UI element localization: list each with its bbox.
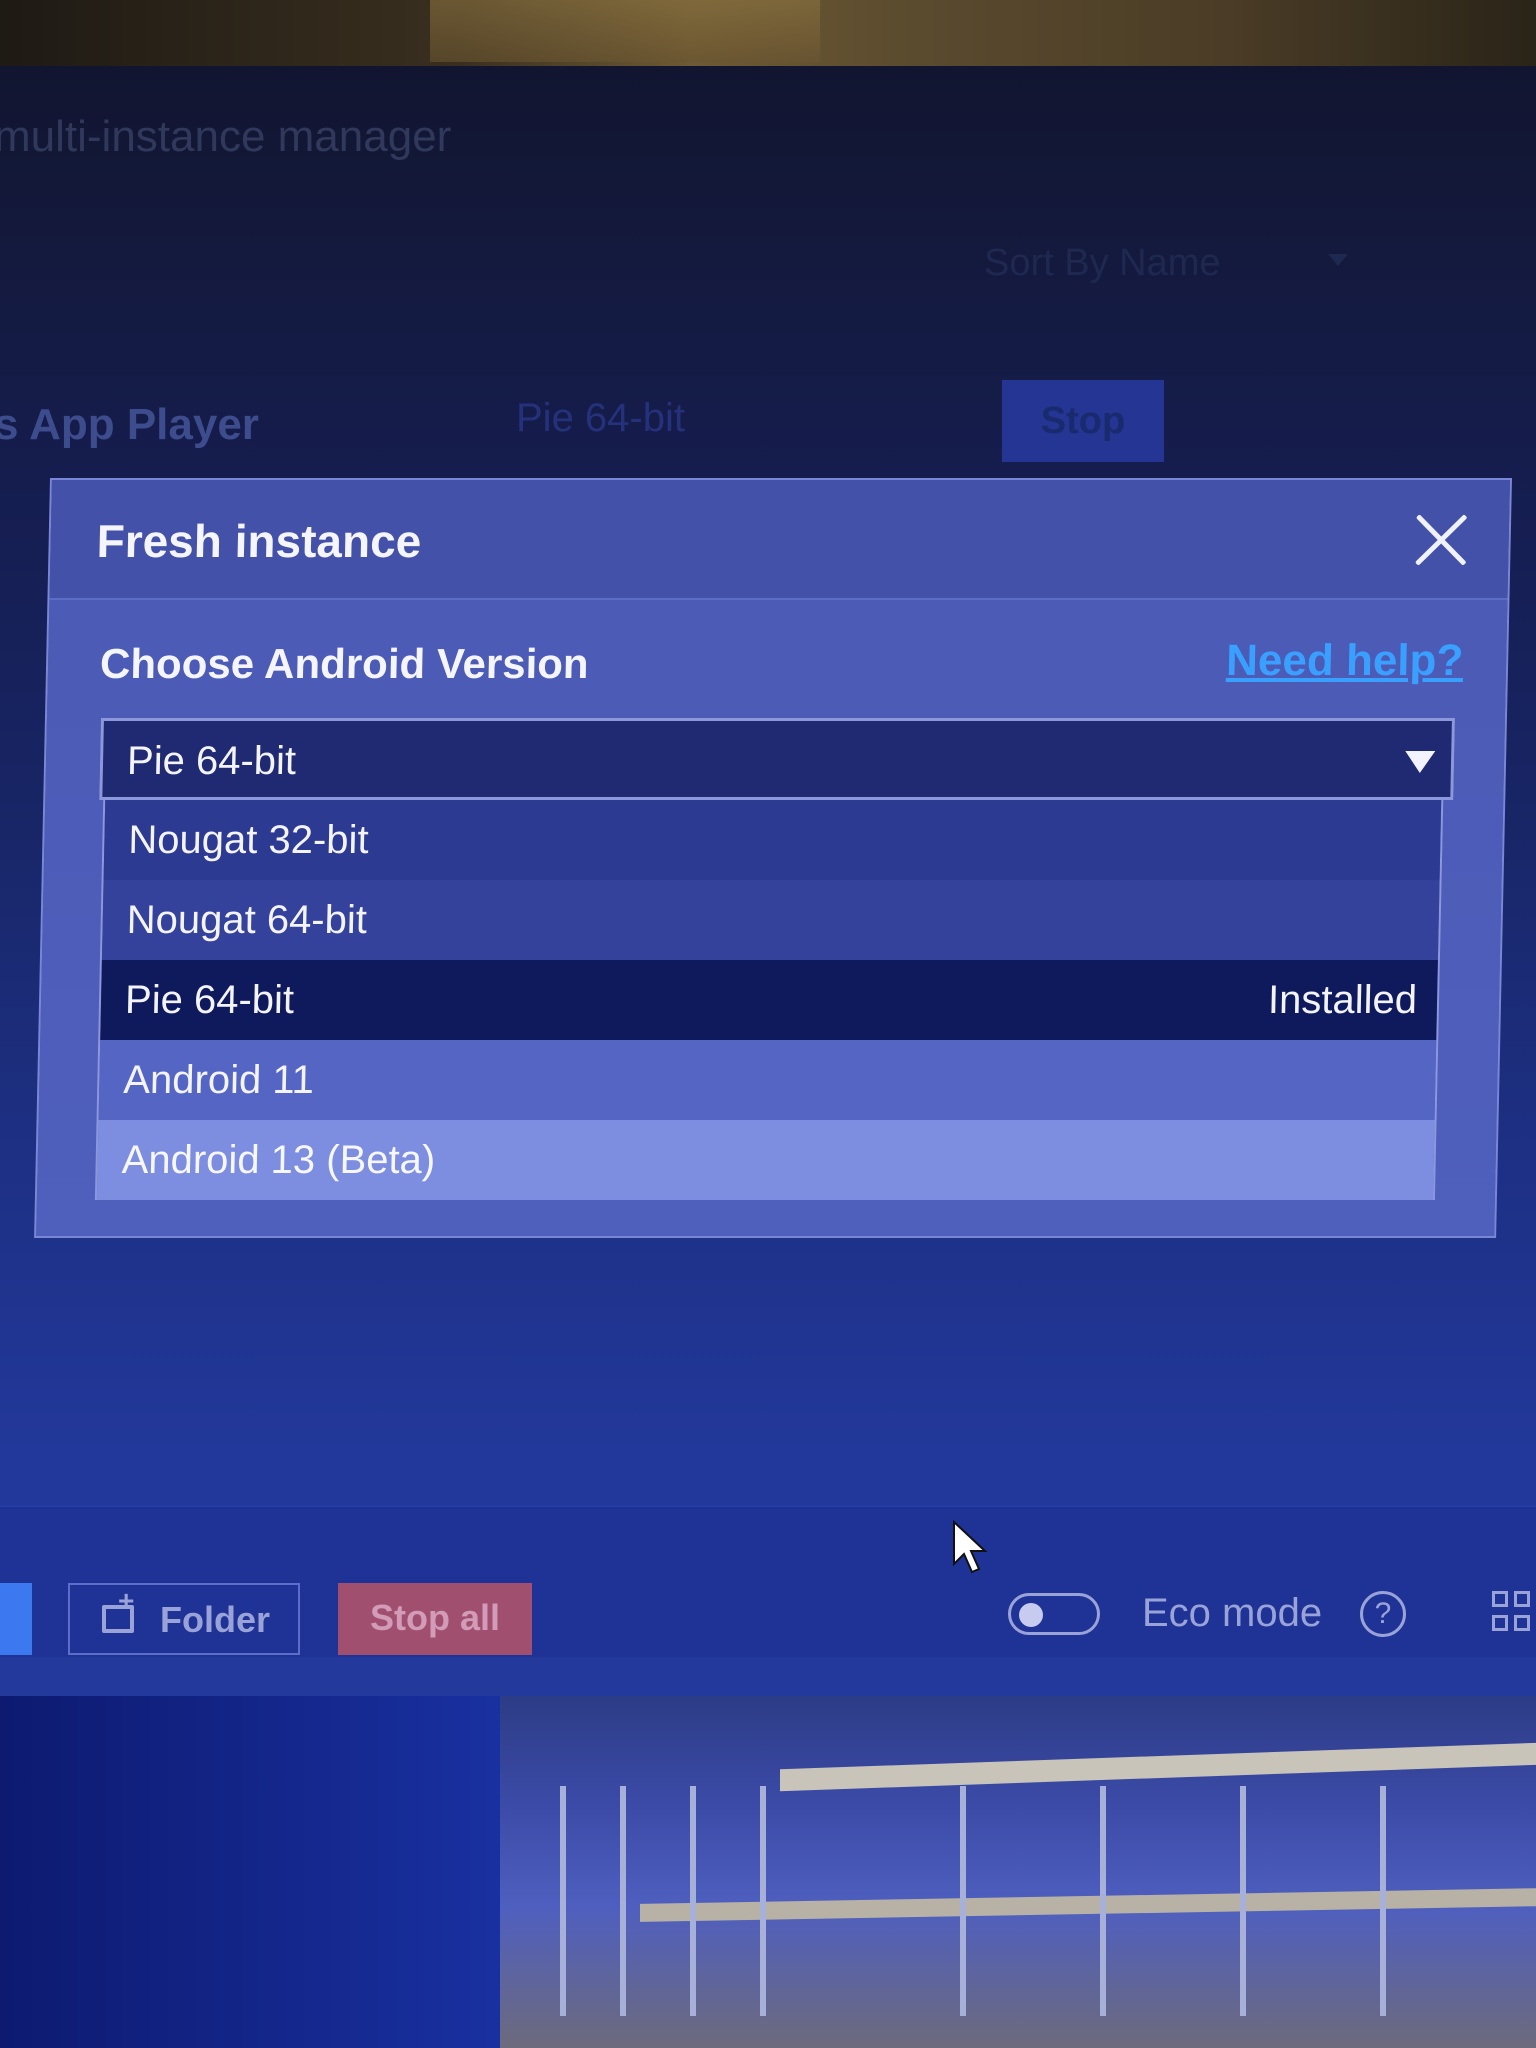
android-version-select[interactable]: Pie 64-bit	[99, 718, 1455, 800]
folder-button[interactable]: Folder	[68, 1583, 300, 1655]
monitor-top-bezel	[0, 0, 1536, 66]
new-instance-button[interactable]	[0, 1583, 32, 1655]
window-title: multi-instance manager	[0, 112, 452, 161]
option-label: Pie 64-bit	[124, 978, 295, 1022]
android-version-label: Choose Android Version	[99, 640, 590, 687]
select-value: Pie 64-bit	[126, 739, 297, 783]
help-circle-icon[interactable]: ?	[1360, 1591, 1406, 1637]
option-android-11[interactable]: Android 11	[98, 1040, 1437, 1120]
folder-label: Folder	[160, 1599, 271, 1640]
installed-badge: Installed	[1267, 978, 1418, 1022]
stop-all-label: Stop all	[369, 1597, 500, 1638]
android-version-dropdown: Nougat 32-bit Nougat 64-bit Pie 64-bit I…	[94, 800, 1444, 1200]
option-android-13-beta[interactable]: Android 13 (Beta)	[96, 1120, 1435, 1200]
option-label: Nougat 32-bit	[127, 818, 370, 862]
sort-dropdown[interactable]: Sort By Name	[984, 242, 1221, 285]
fresh-instance-dialog: Fresh instance Choose Android Version Ne…	[34, 478, 1512, 1238]
instance-version: Pie 64-bit	[516, 396, 685, 440]
option-nougat-32[interactable]: Nougat 32-bit	[103, 800, 1442, 880]
mouse-pointer-icon	[953, 1520, 988, 1574]
eco-mode-label: Eco mode	[1142, 1591, 1323, 1635]
instance-name: s App Player	[0, 400, 259, 449]
option-label: Android 11	[122, 1058, 315, 1102]
folder-add-icon	[102, 1587, 134, 1633]
toggle-knob	[1019, 1603, 1043, 1627]
option-nougat-64[interactable]: Nougat 64-bit	[101, 880, 1440, 960]
close-icon[interactable]	[1410, 510, 1471, 570]
photo: multi-instance manager Sort By Name s Ap…	[0, 0, 1536, 2048]
option-label: Nougat 64-bit	[126, 898, 368, 942]
dialog-title: Fresh instance	[96, 515, 422, 567]
grid-layout-icon[interactable]	[1492, 1591, 1536, 1639]
bottom-toolbar: Folder Stop all Eco mode ?	[0, 1506, 1536, 1657]
instance-stop-button[interactable]: Stop	[1002, 380, 1164, 462]
chevron-down-icon	[1404, 751, 1436, 773]
screen: multi-instance manager Sort By Name s Ap…	[0, 66, 1536, 1696]
eco-mode-toggle[interactable]	[1008, 1593, 1100, 1635]
sort-chevron-icon	[1328, 254, 1348, 266]
stop-all-button[interactable]: Stop all	[338, 1583, 532, 1655]
need-help-link[interactable]: Need help?	[1226, 636, 1464, 686]
option-pie-64[interactable]: Pie 64-bit Installed	[100, 960, 1438, 1040]
dialog-header: Fresh instance	[49, 480, 1510, 600]
option-label: Android 13 (Beta)	[121, 1138, 436, 1182]
desk-below-monitor	[0, 1696, 1536, 2048]
